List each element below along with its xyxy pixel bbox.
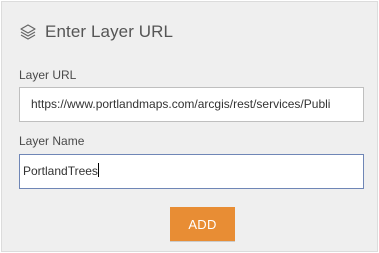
layer-name-value: PortlandTrees — [23, 164, 98, 178]
layer-url-input[interactable]: https://www.portlandmaps.com/arcgis/rest… — [19, 87, 364, 122]
add-layer-panel: Enter Layer URL Layer URL https://www.po… — [1, 1, 378, 252]
layer-name-label: Layer Name — [19, 134, 85, 148]
add-button[interactable]: ADD — [170, 207, 235, 241]
layer-url-value: https://www.portlandmaps.com/arcgis/rest… — [31, 97, 331, 111]
text-caret — [97, 163, 99, 177]
panel-title: Enter Layer URL — [45, 22, 174, 41]
layer-name-input[interactable]: PortlandTrees — [19, 154, 364, 189]
layers-icon — [19, 23, 37, 41]
panel-header: Enter Layer URL — [19, 20, 173, 44]
layer-url-label: Layer URL — [19, 68, 77, 82]
